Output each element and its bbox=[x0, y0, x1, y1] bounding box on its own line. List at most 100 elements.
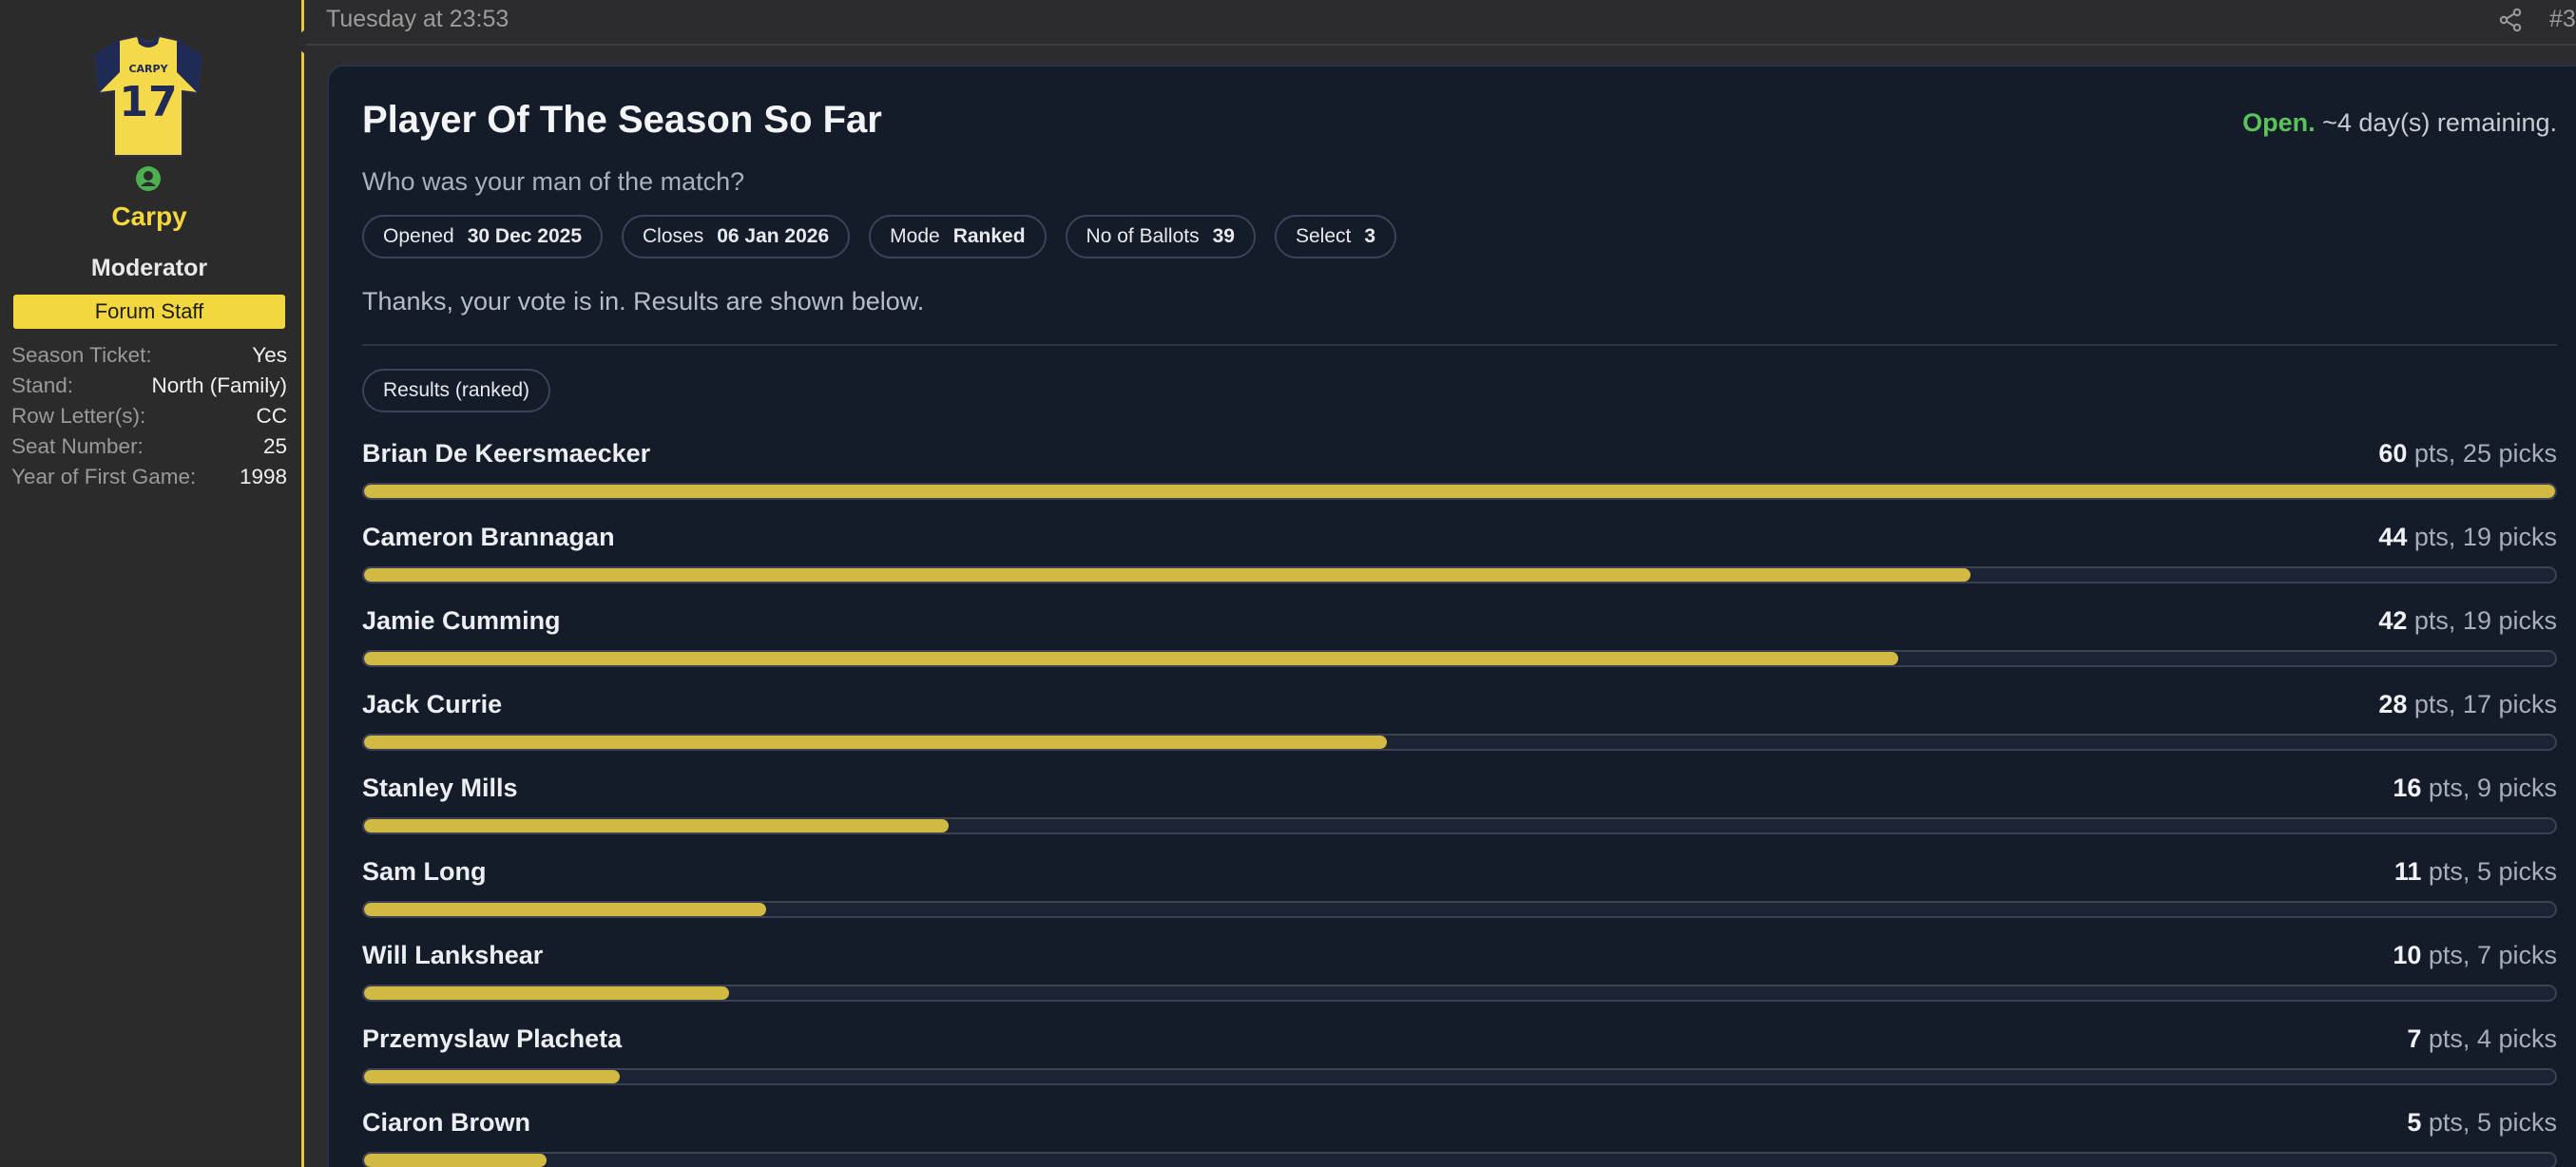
result-bar-fill bbox=[364, 819, 949, 832]
picks-unit: picks bbox=[2490, 606, 2557, 635]
result-score: 16 pts, 9 picks bbox=[2393, 774, 2557, 803]
chip-value: 3 bbox=[1364, 225, 1376, 247]
result-bar-fill bbox=[364, 986, 730, 1000]
chip-value: 30 Dec 2025 bbox=[467, 225, 583, 247]
user-field-label: Row Letter(s): bbox=[11, 404, 146, 428]
result-bar-track bbox=[362, 985, 2557, 1002]
result-bar-fill bbox=[364, 1154, 548, 1167]
user-field-value: North (Family) bbox=[151, 373, 287, 397]
result-picks: 7 bbox=[2476, 941, 2491, 969]
result-score: 11 pts, 5 picks bbox=[2394, 857, 2557, 887]
chip-closes: Closes 06 Jan 2026 bbox=[622, 215, 851, 258]
result-bar-track bbox=[362, 734, 2557, 751]
result-row: Przemyslaw Placheta 7 pts, 4 picks bbox=[362, 1021, 2557, 1104]
poll-question: Who was your man of the match? bbox=[362, 167, 745, 196]
result-bar-fill bbox=[364, 485, 2555, 498]
result-bar-fill bbox=[364, 652, 1898, 665]
chip-key: Select bbox=[1295, 225, 1352, 247]
result-points: 44 bbox=[2378, 523, 2408, 551]
user-field: Season Ticket: Yes bbox=[11, 340, 287, 371]
result-bar-track bbox=[362, 1152, 2557, 1167]
result-score: 7 pts, 4 picks bbox=[2407, 1024, 2557, 1054]
result-row: Brian De Keersmaecker 60 pts, 25 picks bbox=[362, 435, 2557, 519]
result-player-name: Cameron Brannagan bbox=[362, 523, 615, 551]
result-bar-track bbox=[362, 817, 2557, 834]
jersey-name: CARPY bbox=[128, 63, 168, 75]
poll-meta-chips: Opened 30 Dec 2025 Closes 06 Jan 2026 Mode… bbox=[362, 215, 1397, 258]
pts-unit: pts, bbox=[2421, 1108, 2477, 1137]
poll-remaining: ~4 day(s) remaining. bbox=[2322, 108, 2557, 137]
user-field-value: 25 bbox=[262, 434, 287, 458]
result-picks: 5 bbox=[2476, 1108, 2491, 1137]
result-row: Stanley Mills 16 pts, 9 picks bbox=[362, 770, 2557, 853]
result-score: 5 pts, 5 picks bbox=[2407, 1108, 2557, 1138]
staff-banner: Forum Staff bbox=[13, 295, 285, 329]
picks-unit: picks bbox=[2490, 857, 2557, 886]
result-player-name: Przemyslaw Placheta bbox=[362, 1024, 623, 1053]
user-field-value: Yes bbox=[252, 343, 287, 367]
result-row: Jack Currie 28 pts, 17 picks bbox=[362, 686, 2557, 770]
user-field-label: Year of First Game: bbox=[11, 465, 197, 488]
post-timestamp[interactable]: Tuesday at 23:53 bbox=[326, 6, 509, 33]
user-title: Moderator bbox=[90, 255, 208, 281]
result-row: Will Lankshear 10 pts, 7 picks bbox=[362, 937, 2557, 1021]
result-player-name: Ciaron Brown bbox=[362, 1108, 531, 1137]
result-bar-track bbox=[362, 1068, 2557, 1085]
pts-unit: pts, bbox=[2421, 857, 2477, 886]
jersey-avatar-icon[interactable]: CARPY 17 bbox=[91, 34, 205, 160]
vote-confirmation: Thanks, your vote is in. Results are sho… bbox=[362, 287, 925, 316]
result-score: 44 pts, 19 picks bbox=[2378, 523, 2557, 552]
pts-unit: pts, bbox=[2421, 941, 2477, 969]
pts-unit: pts, bbox=[2407, 690, 2463, 718]
result-row: Ciaron Brown 5 pts, 5 picks bbox=[362, 1104, 2557, 1167]
result-points: 60 bbox=[2378, 439, 2408, 468]
result-bar-track bbox=[362, 901, 2557, 918]
result-bar-track bbox=[362, 650, 2557, 667]
result-score: 42 pts, 19 picks bbox=[2378, 606, 2557, 636]
result-points: 10 bbox=[2393, 941, 2422, 969]
poll-title: Player Of The Season So Far bbox=[362, 99, 882, 141]
online-status-icon bbox=[136, 166, 161, 191]
user-panel: CARPY 17 Carpy Moderator Forum Staff Sea… bbox=[0, 0, 304, 1167]
header-divider bbox=[306, 44, 2576, 46]
result-player-name: Jamie Cumming bbox=[362, 606, 561, 635]
results-list: Brian De Keersmaecker 60 pts, 25 picks Cam… bbox=[362, 435, 2557, 1167]
poll-open-label: Open. bbox=[2242, 108, 2316, 137]
pts-unit: pts, bbox=[2421, 1024, 2477, 1053]
message-pointer bbox=[291, 29, 306, 55]
result-picks: 19 bbox=[2462, 606, 2491, 635]
user-field-label: Stand: bbox=[11, 373, 74, 397]
result-picks: 25 bbox=[2462, 439, 2491, 468]
result-score: 28 pts, 17 picks bbox=[2378, 690, 2557, 719]
user-field-value: CC bbox=[256, 404, 288, 428]
user-field: Row Letter(s): CC bbox=[11, 401, 287, 431]
poll-status: Open. ~4 day(s) remaining. bbox=[2242, 108, 2557, 138]
picks-unit: picks bbox=[2490, 690, 2557, 718]
user-field: Stand: North (Family) bbox=[11, 371, 287, 401]
chip-mode: Mode Ranked bbox=[869, 215, 1047, 258]
result-points: 5 bbox=[2407, 1108, 2422, 1137]
result-points: 7 bbox=[2407, 1024, 2422, 1053]
user-field-value: 1998 bbox=[239, 465, 287, 488]
chip-key: Closes bbox=[643, 225, 704, 247]
picks-unit: picks bbox=[2490, 1024, 2557, 1053]
result-picks: 5 bbox=[2476, 857, 2491, 886]
chip-value: Ranked bbox=[952, 225, 1026, 247]
result-player-name: Stanley Mills bbox=[362, 774, 518, 802]
chip-key: Opened bbox=[383, 225, 454, 247]
poll-divider bbox=[362, 344, 2557, 346]
picks-unit: picks bbox=[2490, 439, 2557, 468]
post-number[interactable]: #3 bbox=[2549, 6, 2576, 33]
result-bar-track bbox=[362, 483, 2557, 500]
username[interactable]: Carpy bbox=[0, 201, 298, 232]
share-icon[interactable] bbox=[2498, 8, 2523, 32]
pts-unit: pts, bbox=[2407, 606, 2463, 635]
chip-value: 06 Jan 2026 bbox=[717, 225, 830, 247]
pts-unit: pts, bbox=[2421, 774, 2477, 802]
page: CARPY 17 Carpy Moderator Forum Staff Sea… bbox=[0, 0, 2576, 1167]
picks-unit: picks bbox=[2490, 774, 2557, 802]
jersey-number: 17 bbox=[119, 78, 177, 126]
result-player-name: Sam Long bbox=[362, 857, 487, 886]
result-bar-fill bbox=[364, 568, 1971, 582]
chip-select: Select 3 bbox=[1274, 215, 1397, 258]
